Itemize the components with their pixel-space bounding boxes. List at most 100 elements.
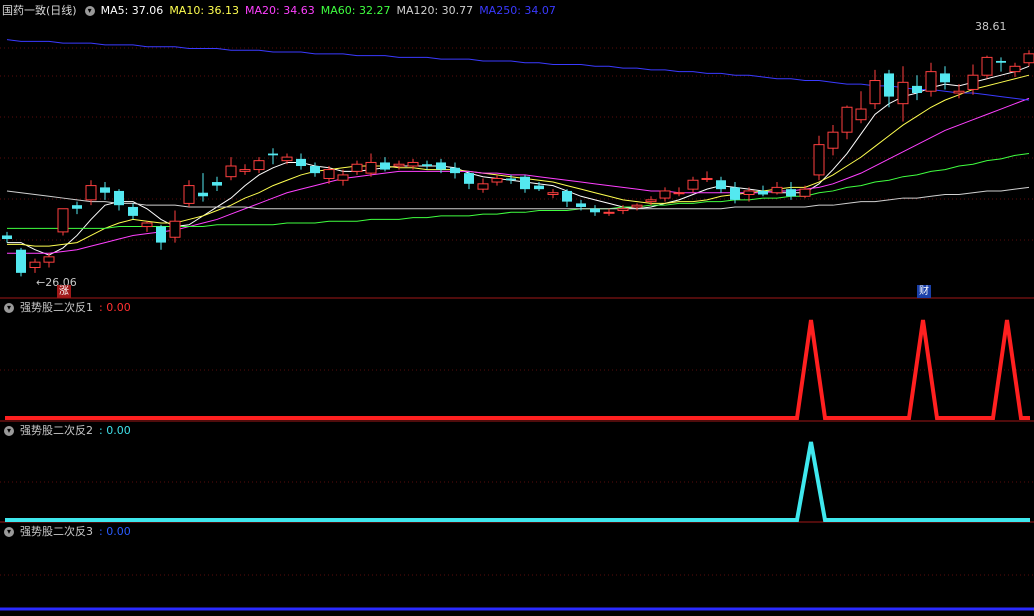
candle-body-up (841, 106, 853, 133)
candle-body-up (393, 163, 405, 167)
candle-body-up (673, 192, 685, 195)
candle-body-up (687, 179, 699, 190)
ma60-label: MA60: 32.27 (320, 4, 391, 17)
candle-body-down (72, 205, 82, 209)
candle-body-up (953, 90, 965, 94)
indicator-1-menu-icon[interactable]: ▾ (4, 303, 14, 313)
candle-body-down (128, 206, 138, 216)
candle-body-down (940, 73, 950, 83)
indicator-3-title: 强势股二次反3 (20, 525, 93, 538)
indicator-1-header: ▾ 强势股二次反1 : 0.00 (2, 300, 137, 316)
ma5-label: MA5: 37.06 (100, 4, 164, 17)
candle-body-down (562, 190, 572, 202)
cai-badge[interactable]: 财 (917, 285, 931, 298)
candle-body-up (925, 71, 937, 92)
candle-body-down (506, 178, 516, 181)
candle-body-down (114, 190, 124, 206)
candle-body-up (281, 156, 293, 162)
candle-body-down (16, 249, 26, 273)
candle-body-up (1023, 53, 1034, 64)
candle-body-up (183, 185, 195, 204)
candle-body-up (743, 190, 755, 196)
ma-line-ma60 (7, 153, 1030, 229)
indicator-2-header: ▾ 强势股二次反2 : 0.00 (2, 423, 137, 439)
candle-body-up (491, 177, 503, 183)
candle-body-up (827, 131, 839, 149)
indicator-1-value: : 0.00 (99, 301, 131, 314)
candle-body-up (323, 169, 335, 179)
indicator-3-value: : 0.00 (99, 525, 131, 538)
indicator-3-menu-icon[interactable]: ▾ (4, 527, 14, 537)
candle-body-up (85, 185, 97, 201)
candle-body-down (464, 173, 474, 184)
candle-body-up (141, 222, 153, 228)
ma-dropdown-icon[interactable]: ▾ (84, 6, 95, 16)
candle-body-down (450, 167, 460, 174)
candle-body-up (253, 160, 265, 171)
signal-2-line (5, 441, 1030, 522)
signal-1-line (5, 319, 1030, 420)
ma20-label: MA20: 34.63 (245, 4, 315, 17)
candle-body-up (799, 188, 811, 197)
indicator-2-title: 强势股二次反2 (20, 424, 93, 437)
main-chart-header: 国药一致(日线) ▾ MA5: 37.06 MA10: 36.13 MA20: 34.6… (2, 3, 562, 19)
candle-body-down (422, 164, 432, 167)
candle-body-down (310, 166, 320, 174)
candle-body-up (981, 56, 993, 76)
candle-body-down (758, 190, 768, 195)
candle-body-down (996, 60, 1006, 63)
candle-body-up (701, 177, 713, 180)
candle-body-down (590, 208, 600, 213)
candle-body-up (645, 199, 657, 203)
candle-body-down (884, 73, 894, 97)
candle-body-up (365, 161, 377, 174)
candle-body-down (436, 162, 446, 170)
indicator-3-header: ▾ 强势股二次反3 : 0.00 (2, 524, 137, 540)
candle-body-down (198, 192, 208, 197)
candle-body-up (855, 108, 867, 121)
indicator-2-menu-icon[interactable]: ▾ (4, 426, 14, 436)
candle-body-up (547, 192, 559, 196)
indicator-2-value: : 0.00 (99, 424, 131, 437)
candle-body-down (212, 182, 222, 186)
candle-body-up (57, 208, 69, 233)
candle-body-down (2, 235, 12, 240)
high-price-mark: 38.61 (975, 20, 1007, 33)
ma250-label: MA250: 34.07 (479, 4, 556, 17)
candle-body-up (967, 74, 979, 90)
candle-body-up (617, 208, 629, 212)
candle-body-down (730, 187, 740, 200)
candle-body-down (520, 176, 530, 190)
ma-line-ma120 (6, 186, 1030, 210)
candle-body-down (380, 162, 390, 170)
candle-body-up (897, 81, 909, 105)
candle-body-up (337, 174, 349, 181)
candle-body-down (296, 158, 306, 167)
candle-body-up (225, 165, 237, 178)
ma10-label: MA10: 36.13 (169, 4, 240, 17)
candle-body-up (351, 163, 363, 172)
candle-body-down (156, 226, 166, 243)
candle-body-down (534, 185, 544, 190)
candle-body-up (659, 190, 671, 199)
candle-body-up (813, 144, 825, 176)
candle-body-down (716, 180, 726, 190)
candle-body-down (268, 153, 278, 156)
candle-body-up (477, 183, 489, 190)
candle-body-up (869, 80, 881, 105)
ma120-label: MA120: 30.77 (396, 4, 474, 17)
chart-canvas (0, 39, 1034, 611)
indicator-1-title: 强势股二次反1 (20, 301, 93, 314)
candle-body-up (771, 186, 783, 194)
candle-body-up (169, 220, 181, 238)
candle-body-up (29, 261, 41, 269)
candle-body-up (43, 256, 55, 263)
stock-title: 国药一致(日线) (2, 4, 77, 17)
candle-body-up (1009, 65, 1021, 73)
candle-body-down (100, 187, 110, 193)
candle-body-up (603, 211, 615, 214)
candle-body-down (786, 189, 796, 197)
candle-body-down (576, 203, 586, 207)
zhang-badge[interactable]: 涨 (57, 285, 71, 298)
candle-body-up (407, 161, 419, 167)
